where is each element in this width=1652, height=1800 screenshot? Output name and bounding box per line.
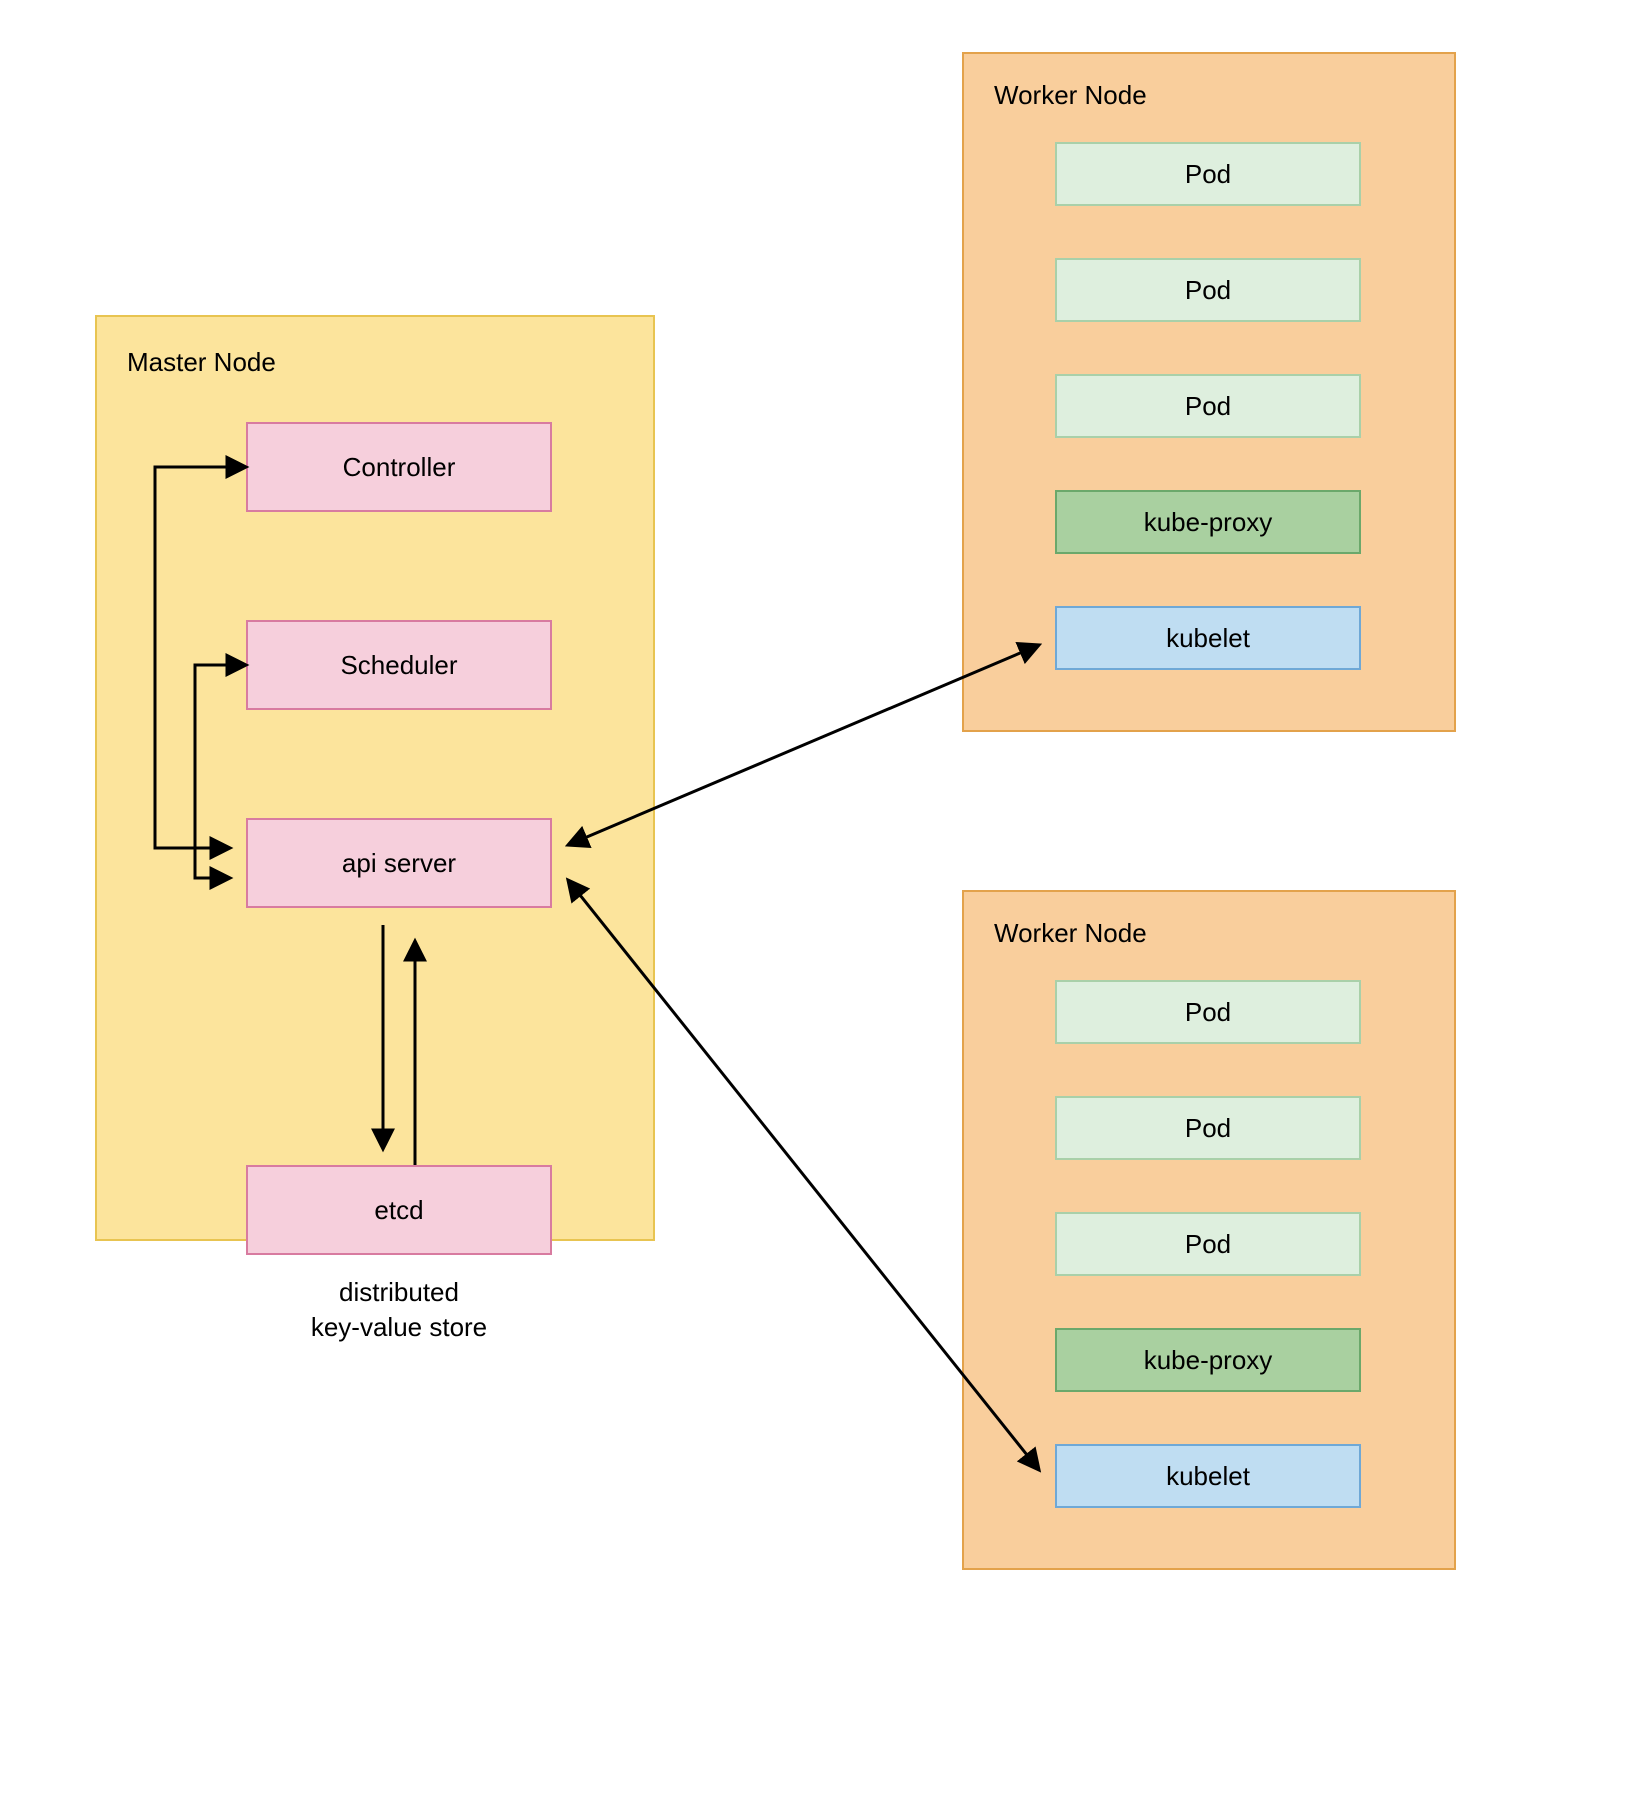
worker2-kubelet-label: kubelet [1166, 1461, 1250, 1492]
worker2-pod3-box: Pod [1055, 1212, 1361, 1276]
worker1-kubelet-box: kubelet [1055, 606, 1361, 670]
api-server-label: api server [342, 848, 456, 879]
worker-node-2-title: Worker Node [994, 918, 1147, 949]
api-server-box: api server [246, 818, 552, 908]
diagram-canvas: Master Node Controller Scheduler api ser… [0, 0, 1652, 1800]
worker2-kubelet-box: kubelet [1055, 1444, 1361, 1508]
worker2-pod3-label: Pod [1185, 1229, 1231, 1260]
controller-box: Controller [246, 422, 552, 512]
worker1-pod2-label: Pod [1185, 275, 1231, 306]
worker2-pod1-box: Pod [1055, 980, 1361, 1044]
etcd-label: etcd [374, 1195, 423, 1226]
worker2-kube-proxy-label: kube-proxy [1144, 1345, 1273, 1376]
worker1-kube-proxy-label: kube-proxy [1144, 507, 1273, 538]
worker1-pod1-label: Pod [1185, 159, 1231, 190]
worker2-pod1-label: Pod [1185, 997, 1231, 1028]
worker1-pod1-box: Pod [1055, 142, 1361, 206]
etcd-caption-line2: key-value store [311, 1312, 487, 1342]
worker-node-1-title: Worker Node [994, 80, 1147, 111]
etcd-caption: distributed key-value store [239, 1275, 559, 1345]
worker1-pod3-label: Pod [1185, 391, 1231, 422]
etcd-caption-line1: distributed [339, 1277, 459, 1307]
controller-label: Controller [343, 452, 456, 483]
etcd-box: etcd [246, 1165, 552, 1255]
worker1-pod3-box: Pod [1055, 374, 1361, 438]
worker2-pod2-label: Pod [1185, 1113, 1231, 1144]
scheduler-label: Scheduler [340, 650, 457, 681]
worker1-kube-proxy-box: kube-proxy [1055, 490, 1361, 554]
worker2-pod2-box: Pod [1055, 1096, 1361, 1160]
scheduler-box: Scheduler [246, 620, 552, 710]
worker2-kube-proxy-box: kube-proxy [1055, 1328, 1361, 1392]
master-node-title: Master Node [127, 347, 276, 378]
worker1-kubelet-label: kubelet [1166, 623, 1250, 654]
worker1-pod2-box: Pod [1055, 258, 1361, 322]
